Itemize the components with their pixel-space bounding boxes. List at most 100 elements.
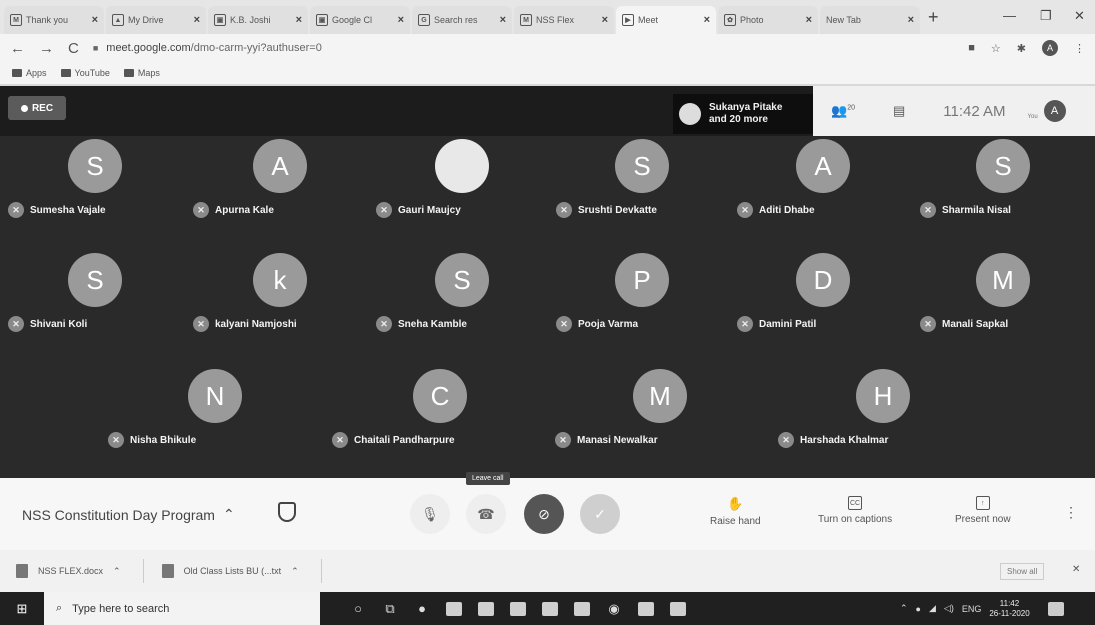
new-tab-icon[interactable]: + <box>928 7 939 28</box>
participant-label: ✕ Sneha Kamble <box>376 316 467 332</box>
download-item[interactable]: NSS FLEX.docx ⌃ <box>16 559 144 583</box>
captions-button[interactable]: CC Turn on captions <box>818 496 892 525</box>
maximize-icon[interactable]: ❐ <box>1040 8 1052 24</box>
people-icon[interactable]: 👥20 <box>831 103 855 119</box>
language-indicator[interactable]: ENG <box>962 604 982 614</box>
forward-icon[interactable]: → <box>39 40 54 57</box>
tab-close-icon[interactable]: × <box>92 14 98 26</box>
tab-close-icon[interactable]: × <box>194 14 200 26</box>
self-tile[interactable]: A You <box>1028 100 1066 122</box>
microphone-button[interactable]: 🎙 <box>410 494 450 534</box>
download-item[interactable]: Old Class Lists BU (...txt ⌃ <box>161 559 322 583</box>
cortana-icon[interactable]: ○ <box>350 601 366 616</box>
excel-icon[interactable] <box>542 601 558 616</box>
participant-avatar[interactable]: P <box>615 253 669 307</box>
presenter-chip[interactable]: Sukanya Pitake and 20 more <box>673 94 813 134</box>
present-now-button[interactable]: ↑ Present now <box>955 496 1011 525</box>
participant-avatar[interactable]: D <box>796 253 850 307</box>
minimize-icon[interactable]: — <box>1003 8 1016 23</box>
tab-close-icon[interactable]: × <box>704 14 710 26</box>
camera-icon[interactable]: ■ <box>968 42 975 54</box>
browser-tab[interactable]: New Tab × <box>820 6 920 34</box>
profile-avatar[interactable]: A <box>1042 40 1058 56</box>
tab-close-icon[interactable]: × <box>908 14 914 26</box>
photos-app-icon[interactable] <box>638 601 654 616</box>
chevron-up-icon[interactable]: ⌃ <box>291 566 299 577</box>
bookmark-item[interactable]: Apps <box>12 68 47 78</box>
windows-start-icon[interactable]: ⊞ <box>0 601 44 617</box>
participant-avatar[interactable]: M <box>976 253 1030 307</box>
participant-avatar[interactable]: H <box>856 369 910 423</box>
participant-avatar[interactable]: N <box>188 369 242 423</box>
bookmark-item[interactable]: YouTube <box>60 68 110 78</box>
address-bar[interactable]: ■ meet.google.com/dmo-carm-yyi?authuser=… <box>93 42 954 54</box>
browser-tab[interactable]: M NSS Flex × <box>514 6 614 34</box>
tab-close-icon[interactable]: × <box>500 14 506 26</box>
bookmark-item[interactable]: Maps <box>123 68 160 78</box>
browser-menu-icon[interactable]: ⋮ <box>1074 42 1085 55</box>
mic-muted-icon: ✕ <box>376 202 392 218</box>
taskbar-search[interactable]: ⌕ Type here to search <box>44 592 320 625</box>
more-options-icon[interactable]: ⋮ <box>1064 504 1078 521</box>
volume-icon[interactable]: ◁) <box>944 603 954 614</box>
close-window-icon[interactable]: ✕ <box>1074 8 1085 24</box>
tab-close-icon[interactable]: × <box>806 14 812 26</box>
reload-icon[interactable]: C <box>68 40 79 57</box>
gmail-icon: M <box>10 14 22 26</box>
chevron-up-icon[interactable]: ⌃ <box>113 566 121 577</box>
bookmark-star-icon[interactable]: ☆ <box>991 42 1001 55</box>
confirm-button[interactable]: ✓ <box>580 494 620 534</box>
participant-avatar[interactable]: S <box>615 139 669 193</box>
tray-expand-icon[interactable]: ⌃ <box>900 603 908 614</box>
record-dot-icon <box>20 104 28 112</box>
close-downloads-icon[interactable]: ✕ <box>1072 564 1080 575</box>
tray-mic-icon[interactable]: ● <box>916 604 921 614</box>
participant-avatar[interactable]: A <box>253 139 307 193</box>
bookmark-label: Apps <box>26 68 47 78</box>
raise-hand-label: Raise hand <box>710 516 761 527</box>
participant-avatar[interactable] <box>435 139 489 193</box>
meeting-details[interactable]: NSS Constitution Day Program ⌃ <box>22 506 235 523</box>
browser-tab[interactable]: ▶ Meet × <box>616 6 716 34</box>
tab-close-icon[interactable]: × <box>296 14 302 26</box>
browser-tab[interactable]: ✿ Photo × <box>718 6 818 34</box>
camera-toggle-button[interactable]: ⊘ <box>524 494 564 534</box>
participant-avatar[interactable]: S <box>976 139 1030 193</box>
tab-close-icon[interactable]: × <box>398 14 404 26</box>
notifications-icon[interactable] <box>1047 601 1064 616</box>
tab-title: Thank you <box>26 15 69 25</box>
participant-avatar[interactable]: k <box>253 253 307 307</box>
network-icon[interactable]: ◢ <box>929 603 936 614</box>
store-icon[interactable] <box>446 601 462 616</box>
mic-muted-icon: ✕ <box>193 202 209 218</box>
extensions-icon[interactable]: ✱ <box>1017 42 1026 55</box>
browser-tab[interactable]: M Thank you × <box>4 6 104 34</box>
back-icon[interactable]: ← <box>10 40 25 57</box>
taskbar-clock[interactable]: 11:42 26-11-2020 <box>989 599 1029 619</box>
browser-tab[interactable]: G Search res × <box>412 6 512 34</box>
mail-icon[interactable] <box>510 601 526 616</box>
browser-tab[interactable]: ▲ My Drive × <box>106 6 206 34</box>
mic-muted-icon: ✕ <box>332 432 348 448</box>
chrome-icon[interactable]: ◉ <box>606 601 622 616</box>
participant-avatar[interactable]: C <box>413 369 467 423</box>
chat-icon[interactable]: ▤ <box>893 103 905 119</box>
participant-avatar[interactable]: A <box>796 139 850 193</box>
browser-tab[interactable]: ▣ Google Cl × <box>310 6 410 34</box>
browser-tab[interactable]: ▣ K.B. Joshi × <box>208 6 308 34</box>
participant-avatar[interactable]: M <box>633 369 687 423</box>
show-all-button[interactable]: Show all <box>1000 563 1045 580</box>
word-icon[interactable] <box>574 601 590 616</box>
tab-close-icon[interactable]: × <box>602 14 608 26</box>
powerpoint-icon[interactable] <box>670 601 686 616</box>
raise-hand-button[interactable]: ✋ Raise hand <box>710 496 761 527</box>
shield-icon[interactable] <box>278 502 296 522</box>
mic-muted-icon: ✕ <box>555 432 571 448</box>
file-explorer-icon[interactable] <box>478 601 494 616</box>
participant-avatar[interactable]: S <box>68 139 122 193</box>
edge-icon[interactable]: ● <box>414 601 430 616</box>
task-view-icon[interactable]: ⧉ <box>382 601 398 616</box>
leave-call-button[interactable]: ☎ <box>466 494 506 534</box>
participant-avatar[interactable]: S <box>435 253 489 307</box>
participant-avatar[interactable]: S <box>68 253 122 307</box>
